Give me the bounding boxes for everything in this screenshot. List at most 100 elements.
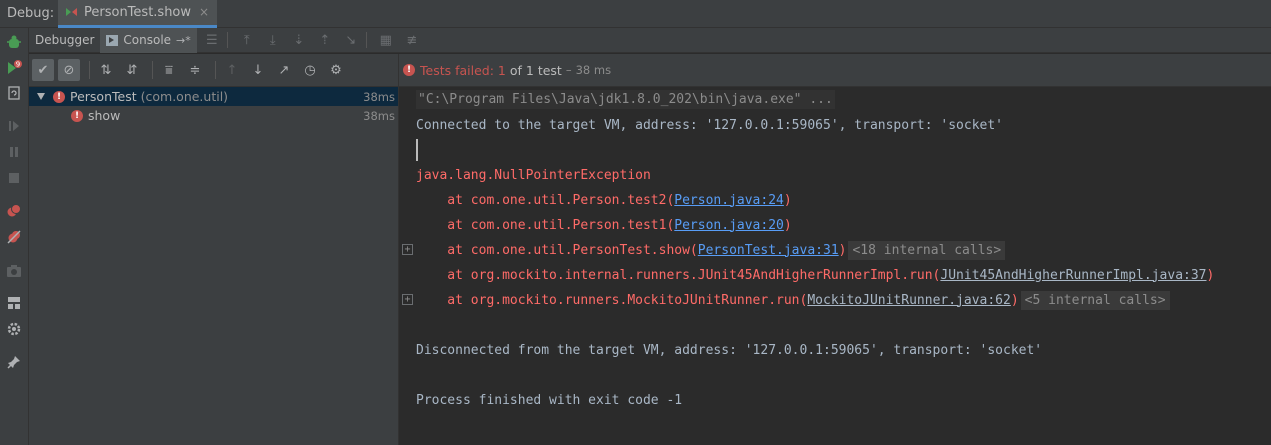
pause-icon[interactable] (5, 143, 23, 161)
stack-frame: at com.one.util.Person.test2(Person.java… (416, 189, 792, 211)
test-failed-icon: ! (53, 90, 65, 103)
show-execution-point-icon[interactable]: ⤒ (236, 29, 258, 51)
stack-frame-suffix: ) (783, 217, 792, 233)
test-method-name: show (88, 108, 121, 123)
step-over-icon[interactable]: ⤓ (262, 29, 284, 51)
test-status-bar: ! Tests failed: 1 of 1 test – 38 ms (399, 54, 1271, 87)
rerun-failed-tests-icon[interactable]: 9 (5, 59, 23, 77)
test-failed-icon: ! (71, 109, 83, 122)
separator-dash: – (565, 63, 572, 77)
separator (365, 32, 367, 48)
expand-internal-calls-icon[interactable]: + (402, 244, 413, 255)
tree-row-show[interactable]: ! show 38ms (29, 106, 398, 125)
stack-frame-text: at org.mockito.runners.MockitoJUnitRunne… (416, 292, 808, 308)
previous-failed-icon[interactable]: ↑ (221, 59, 243, 81)
source-link[interactable]: PersonTest.java:31 (698, 243, 839, 258)
history-icon[interactable]: ◷ (299, 59, 321, 81)
stack-frame-text: at com.one.util.Person.test2( (416, 192, 675, 208)
separator (89, 61, 90, 79)
source-link[interactable]: MockitoJUnitRunner.java:62 (807, 293, 1011, 308)
separator (152, 61, 153, 79)
export-icon[interactable]: ↗ (273, 59, 295, 81)
test-tree-panel: ✔ ⊘ ⇅ ⇵ ⩸ ≑ ↑ ↓ ↗ ◷ ⚙ ! PersonTest (com.… (29, 54, 399, 445)
console-line-finished: Process finished with exit code -1 (416, 392, 683, 408)
junit-run-icon (66, 6, 78, 18)
tab-person-test-show[interactable]: PersonTest.show × (58, 0, 218, 28)
camera-icon[interactable] (5, 262, 23, 280)
stop-icon[interactable] (5, 169, 23, 187)
stack-frame: at org.mockito.internal.runners.JUnit45A… (416, 264, 1214, 286)
test-duration-label: 38 ms (575, 63, 612, 77)
test-tree: ! PersonTest (com.one.util) 38ms ! show … (29, 87, 398, 125)
expand-arrow-icon[interactable] (37, 93, 45, 100)
pin-tab-icon[interactable]: →* (176, 34, 191, 47)
stack-frame: at com.one.util.PersonTest.show(PersonTe… (416, 239, 1006, 261)
mute-breakpoints-icon[interactable] (5, 228, 23, 246)
resume-icon[interactable] (5, 117, 23, 135)
stack-frame-text: at com.one.util.Person.test1( (416, 217, 675, 233)
stack-frame-suffix: ) (1010, 292, 1019, 308)
rerun-debug-icon[interactable] (5, 33, 23, 51)
command-line-text[interactable]: "C:\Program Files\Java\jdk1.8.0_202\bin\… (416, 89, 835, 109)
tests-failed-label: Tests failed: 1 (420, 62, 506, 78)
test-duration: 38ms (363, 89, 395, 104)
expand-internal-calls-icon[interactable]: + (402, 294, 413, 305)
settings-icon[interactable]: ⚙ (325, 59, 347, 81)
source-link[interactable]: Person.java:24 (674, 193, 784, 208)
test-tree-toolbar: ✔ ⊘ ⇅ ⇵ ⩸ ≑ ↑ ↓ ↗ ◷ ⚙ (29, 54, 398, 87)
menu-icon[interactable]: ☰ (201, 29, 223, 51)
tab-console[interactable]: Console →* (100, 27, 197, 53)
layout-icon[interactable] (5, 294, 23, 312)
stack-frame-suffix: ) (783, 192, 792, 208)
console-line-connected: Connected to the target VM, address: '12… (416, 117, 1003, 133)
stack-frame-suffix: ) (1206, 267, 1215, 283)
gear-icon[interactable] (5, 320, 23, 338)
pin-icon[interactable] (5, 353, 23, 371)
stack-frame: at com.one.util.Person.test1(Person.java… (416, 214, 792, 236)
collapse-all-icon[interactable]: ≑ (184, 59, 206, 81)
trace-icon[interactable]: ≢ (401, 29, 423, 51)
tab-debugger[interactable]: Debugger (29, 28, 100, 53)
debug-side-toolbar: 9 (0, 28, 29, 445)
tab-console-label: Console (123, 33, 172, 47)
test-failed-icon: ! (403, 64, 415, 76)
source-link[interactable]: JUnit45AndHigherRunnerImpl.java:37 (940, 268, 1206, 283)
step-out-icon[interactable]: ⇡ (314, 29, 336, 51)
view-breakpoints-icon[interactable] (5, 202, 23, 220)
separator (226, 32, 228, 48)
stack-frame: at org.mockito.runners.MockitoJUnitRunne… (416, 289, 1170, 311)
debug-label: Debug: (7, 6, 55, 21)
restart-icon[interactable] (5, 84, 23, 102)
test-count-label: of 1 test (509, 62, 562, 78)
console-line-command: "C:\Program Files\Java\jdk1.8.0_202\bin\… (416, 88, 835, 110)
test-class-name: PersonTest (70, 89, 137, 104)
stack-frame-suffix: ) (838, 242, 847, 258)
next-failed-icon[interactable]: ↓ (247, 59, 269, 81)
evaluate-expression-icon[interactable]: ▦ (375, 29, 397, 51)
stack-frame-text: at org.mockito.internal.runners.JUnit45A… (416, 267, 941, 283)
sort-by-duration-icon[interactable]: ⇵ (121, 59, 143, 81)
separator (215, 61, 216, 79)
expand-all-icon[interactable]: ⩸ (158, 59, 180, 81)
debug-tabs-toolbar: Debugger Console →* ☰ ⤒ ⤓ ⇣ ⇡ ↘ ▦ ≢ (29, 27, 1271, 53)
step-into-icon[interactable]: ⇣ (288, 29, 310, 51)
debug-title-bar: Debug: PersonTest.show × (0, 0, 1271, 28)
text-cursor (416, 139, 418, 161)
show-passed-icon[interactable]: ✔ (32, 59, 54, 81)
console-panel: ! Tests failed: 1 of 1 test – 38 ms "C:\… (399, 54, 1271, 445)
tree-row-person-test[interactable]: ! PersonTest (com.one.util) 38ms (29, 87, 398, 106)
tab-title: PersonTest.show (84, 4, 192, 20)
show-ignored-icon[interactable]: ⊘ (58, 59, 80, 81)
sort-alphabetically-icon[interactable]: ⇅ (95, 59, 117, 81)
internal-calls-fold[interactable]: <5 internal calls> (1020, 290, 1170, 310)
test-package-name: (com.one.util) (140, 89, 229, 104)
stack-frame-text: at com.one.util.PersonTest.show( (416, 242, 698, 258)
svg-text:9: 9 (16, 61, 20, 69)
close-icon[interactable]: × (199, 5, 209, 19)
internal-calls-fold[interactable]: <18 internal calls> (848, 240, 1006, 260)
run-to-cursor-icon[interactable]: ↘ (340, 29, 362, 51)
test-duration: 38ms (363, 108, 395, 123)
console-icon (106, 34, 119, 46)
console-line-exception: java.lang.NullPointerException (416, 167, 651, 183)
source-link[interactable]: Person.java:20 (674, 218, 784, 233)
